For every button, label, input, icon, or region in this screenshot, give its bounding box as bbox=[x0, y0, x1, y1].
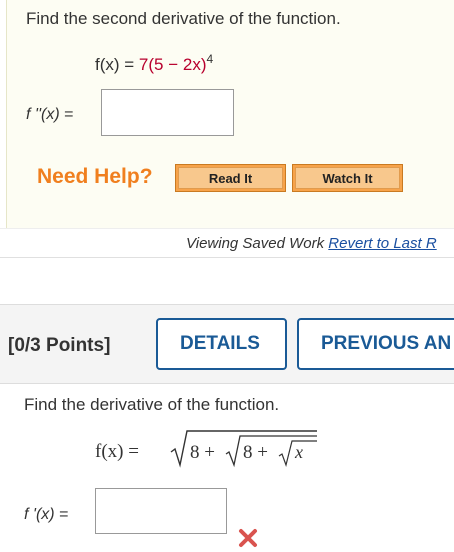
saved-work-status: Viewing Saved Work Revert to Last R bbox=[186, 235, 437, 252]
revert-link[interactable]: Revert to Last R bbox=[328, 235, 436, 252]
read-it-button[interactable]: Read It bbox=[175, 164, 286, 192]
spacer bbox=[0, 258, 454, 304]
formula-exponent: 4 bbox=[206, 52, 214, 66]
derivative-answer-label: f '(x) = bbox=[24, 506, 68, 524]
formula-lhs: f(x) = bbox=[95, 441, 139, 462]
previous-answers-button[interactable]: PREVIOUS AN bbox=[297, 318, 454, 370]
answer-equals: = bbox=[64, 106, 74, 123]
second-derivative-input[interactable] bbox=[101, 89, 234, 136]
points-score: [0/3 Points] bbox=[8, 335, 111, 356]
question-1-prompt: Find the second derivative of the functi… bbox=[26, 9, 341, 28]
question-1-formula: f(x) = 7(5 − 2x)4 bbox=[95, 52, 213, 75]
details-button[interactable]: DETAILS bbox=[156, 318, 287, 370]
question-2-formula: f(x) = 8 + 8 + x bbox=[95, 430, 317, 468]
watch-it-button[interactable]: Watch It bbox=[292, 164, 403, 192]
derivative-input[interactable] bbox=[95, 488, 227, 534]
derivative-answer-label-text: f '(x) bbox=[24, 506, 55, 523]
formula-body: (5 − 2x) bbox=[148, 55, 207, 74]
question-2-header: [0/3 Points] DETAILS PREVIOUS AN bbox=[0, 304, 454, 384]
close-x-icon bbox=[239, 529, 257, 547]
saved-work-bar: Viewing Saved Work Revert to Last R bbox=[0, 228, 454, 258]
answer-label-text: f ''(x) bbox=[26, 106, 60, 123]
question-2-prompt: Find the derivative of the function. bbox=[24, 395, 280, 414]
read-it-button-label: Read It bbox=[178, 167, 283, 189]
saved-work-text: Viewing Saved Work bbox=[186, 235, 325, 252]
formula-outer-const: 8 + bbox=[190, 442, 215, 463]
question-2-panel: Find the derivative of the function. f(x… bbox=[0, 384, 454, 552]
formula-lhs: f(x) = bbox=[95, 55, 139, 74]
middle-radical-sign bbox=[225, 435, 317, 468]
formula-variable: x bbox=[294, 442, 303, 462]
question-1-panel: Find the second derivative of the functi… bbox=[6, 0, 454, 228]
need-help-label: Need Help? bbox=[37, 165, 153, 188]
formula-inner-const: 8 + bbox=[243, 442, 268, 463]
formula-coefficient: 7 bbox=[138, 55, 149, 74]
derivative-answer-equals: = bbox=[59, 506, 69, 523]
answer-label: f ''(x) = bbox=[26, 106, 73, 124]
watch-it-button-label: Watch It bbox=[295, 167, 400, 189]
